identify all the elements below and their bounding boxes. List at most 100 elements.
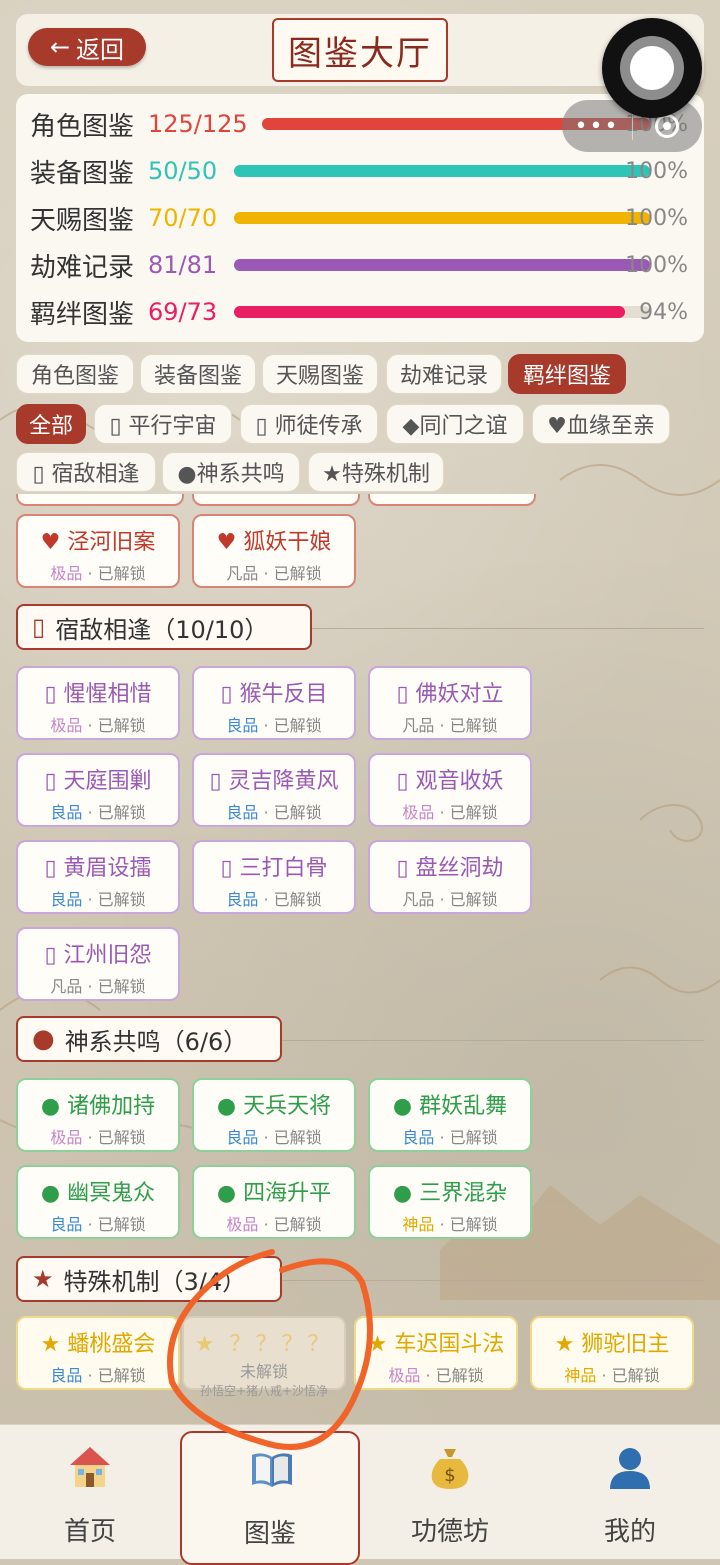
filter-3[interactable]: ▯ 师徒传承 bbox=[240, 404, 378, 444]
progress-fill bbox=[234, 259, 650, 271]
page-title: 图鉴大厅 bbox=[272, 18, 448, 82]
card-meta: 良品 · 已解锁 bbox=[194, 1124, 354, 1148]
card-meta: 极品 · 已解锁 bbox=[370, 799, 530, 823]
bond-card[interactable]: ★ 狮驼旧主 神品 · 已解锁 bbox=[530, 1316, 694, 1390]
tab-4[interactable]: 劫难记录 bbox=[386, 354, 502, 394]
filter-6[interactable]: ▯ 宿敌相逢 bbox=[16, 452, 156, 492]
card-separator: · bbox=[82, 1128, 98, 1147]
more-menu-button[interactable]: ••• bbox=[562, 114, 632, 139]
progress-percent: 100% bbox=[625, 205, 688, 231]
progress-row: 装备图鉴 50/50 100% bbox=[30, 151, 698, 191]
bond-card[interactable]: ● 群妖乱舞 良品 · 已解锁 bbox=[368, 1078, 532, 1152]
section-header-special: ★ 特殊机制（3/4） bbox=[16, 1256, 282, 1302]
back-button[interactable]: ← 返回 bbox=[28, 28, 146, 66]
user-icon bbox=[610, 1448, 650, 1489]
nav-merit-shop[interactable]: $ 功德坊 bbox=[360, 1425, 540, 1559]
floating-assistive-ball[interactable] bbox=[602, 18, 702, 118]
bond-card[interactable]: ● 三界混杂 神品 · 已解锁 bbox=[368, 1165, 532, 1239]
nav-codex[interactable]: 图鉴 bbox=[180, 1431, 360, 1565]
card-meta: 极品 · 已解锁 bbox=[18, 1124, 178, 1148]
progress-percent: 94% bbox=[639, 299, 688, 325]
card-name: ● 三界混杂 bbox=[392, 1181, 508, 1206]
card-grade: 良品 bbox=[226, 803, 259, 822]
filter-1[interactable]: 全部 bbox=[16, 404, 86, 444]
bond-card[interactable]: ● 天兵天将 良品 · 已解锁 bbox=[192, 1078, 356, 1152]
filter-5[interactable]: ♥血缘至亲 bbox=[532, 404, 670, 444]
card-separator: · bbox=[434, 803, 450, 822]
bond-card[interactable]: ★ 蟠桃盛会 良品 · 已解锁 bbox=[16, 1316, 180, 1390]
back-label: 返回 bbox=[76, 35, 125, 64]
filter-7[interactable]: ●神系共鸣 bbox=[162, 452, 300, 492]
card-status: 已解锁 bbox=[435, 1366, 484, 1385]
bond-card[interactable]: ♥ 狐妖干娘 凡品 · 已解锁 bbox=[192, 514, 356, 588]
card-meta: 极品 · 已解锁 bbox=[194, 1211, 354, 1235]
card-status: 已解锁 bbox=[97, 803, 146, 822]
filter-8[interactable]: ★特殊机制 bbox=[308, 452, 444, 492]
progress-label: 羁绊图鉴 bbox=[30, 299, 135, 330]
card-name: ★ ？？？？ bbox=[194, 1332, 334, 1357]
tab-3[interactable]: 天赐图鉴 bbox=[262, 354, 378, 394]
bond-card[interactable]: ▯ 天庭围剿 良品 · 已解锁 bbox=[16, 753, 180, 827]
bond-card[interactable]: ▯ 三打白骨 良品 · 已解锁 bbox=[192, 840, 356, 914]
bond-card[interactable]: ▯ 灵吉降黄风 良品 · 已解锁 bbox=[192, 753, 356, 827]
bond-card[interactable]: ♥ 泾河旧案 极品 · 已解锁 bbox=[16, 514, 180, 588]
tab-5[interactable]: 羁绊图鉴 bbox=[508, 354, 626, 394]
progress-bar bbox=[234, 259, 650, 271]
bond-card[interactable]: ▯ 猴牛反目 良品 · 已解锁 bbox=[192, 666, 356, 740]
close-miniprogram-button[interactable] bbox=[633, 114, 701, 138]
filter-2[interactable]: ▯ 平行宇宙 bbox=[94, 404, 232, 444]
card-status: 已解锁 bbox=[97, 564, 146, 583]
bottom-navigation: 首页 图鉴 $ 功德坊 我的 bbox=[0, 1424, 720, 1565]
card-grade: 神品 bbox=[564, 1366, 597, 1385]
card-grade: 凡品 bbox=[402, 890, 435, 909]
bond-card[interactable]: ★ 车迟国斗法 极品 · 已解锁 bbox=[354, 1316, 518, 1390]
card-meta: 良品 · 已解锁 bbox=[370, 1124, 530, 1148]
floating-ball-core bbox=[630, 46, 674, 90]
bond-card[interactable]: ● 幽冥鬼众 良品 · 已解锁 bbox=[16, 1165, 180, 1239]
card-meta: 凡品 · 已解锁 bbox=[194, 560, 354, 584]
card-status: 已解锁 bbox=[273, 1215, 322, 1234]
card-separator: · bbox=[82, 1215, 98, 1234]
bond-card[interactable]: ★ ？？？？ 未解锁 孙悟空+猪八戒+沙悟净 bbox=[182, 1316, 346, 1398]
card-grade: 极品 bbox=[50, 564, 83, 583]
bond-card[interactable]: ▯ 佛妖对立 凡品 · 已解锁 bbox=[368, 666, 532, 740]
card-separator: · bbox=[258, 1215, 274, 1234]
nav-profile[interactable]: 我的 bbox=[540, 1425, 720, 1559]
bond-card[interactable]: ● 诸佛加持 极品 · 已解锁 bbox=[16, 1078, 180, 1152]
card-grade: 极品 bbox=[50, 1128, 83, 1147]
nav-label: 我的 bbox=[603, 1517, 656, 1547]
bond-list[interactable]: ♥ 泾河旧案 极品 · 已解锁 ♥ 狐妖干娘 凡品 · 已解锁 ▯ 宿敌相逢（10/1… bbox=[0, 494, 720, 1412]
bond-card[interactable]: ▯ 惺惺相惜 极品 · 已解锁 bbox=[16, 666, 180, 740]
bond-card[interactable]: ▯ 盘丝洞劫 凡品 · 已解锁 bbox=[368, 840, 532, 914]
card-grade: 极品 bbox=[226, 1215, 259, 1234]
card-name: ● 诸佛加持 bbox=[40, 1094, 156, 1119]
bond-card[interactable]: ▯ 江州旧怨 凡品 · 已解锁 bbox=[16, 927, 180, 1001]
card-name: ▯ 天庭围剿 bbox=[44, 769, 152, 794]
progress-label: 天赐图鉴 bbox=[30, 205, 135, 236]
card-meta: 良品 · 已解锁 bbox=[18, 886, 178, 910]
card-meta: 极品 · 已解锁 bbox=[18, 560, 178, 584]
bond-card[interactable]: ● 四海升平 极品 · 已解锁 bbox=[192, 1165, 356, 1239]
card-grade: 良品 bbox=[226, 1128, 259, 1147]
tab-2[interactable]: 装备图鉴 bbox=[140, 354, 256, 394]
tab-1[interactable]: 角色图鉴 bbox=[16, 354, 134, 394]
card-status: 已解锁 bbox=[449, 890, 498, 909]
card-separator: · bbox=[258, 890, 274, 909]
card-status: 已解锁 bbox=[273, 890, 322, 909]
filter-4[interactable]: ◆同门之谊 bbox=[386, 404, 524, 444]
progress-fill bbox=[234, 306, 626, 318]
card-name: ▯ 观音收妖 bbox=[396, 769, 504, 794]
card-separator: · bbox=[82, 803, 98, 822]
nav-home[interactable]: 首页 bbox=[0, 1425, 180, 1559]
section-header-rival: ▯ 宿敌相逢（10/10） bbox=[16, 604, 312, 650]
card-name: ▯ 猴牛反目 bbox=[220, 682, 328, 707]
progress-fill bbox=[234, 212, 650, 224]
bond-card[interactable]: ▯ 观音收妖极品 · 已解锁 bbox=[368, 753, 532, 827]
card-grade: 凡品 bbox=[50, 977, 83, 996]
bond-card[interactable]: ▯ 黄眉设擂 良品 · 已解锁 bbox=[16, 840, 180, 914]
progress-row: 劫难记录 81/81 100% bbox=[30, 245, 698, 285]
card-grade: 良品 bbox=[226, 716, 259, 735]
progress-percent: 100% bbox=[625, 158, 688, 184]
card-status: 已解锁 bbox=[97, 890, 146, 909]
card-meta: 良品 · 已解锁 bbox=[18, 1362, 178, 1386]
